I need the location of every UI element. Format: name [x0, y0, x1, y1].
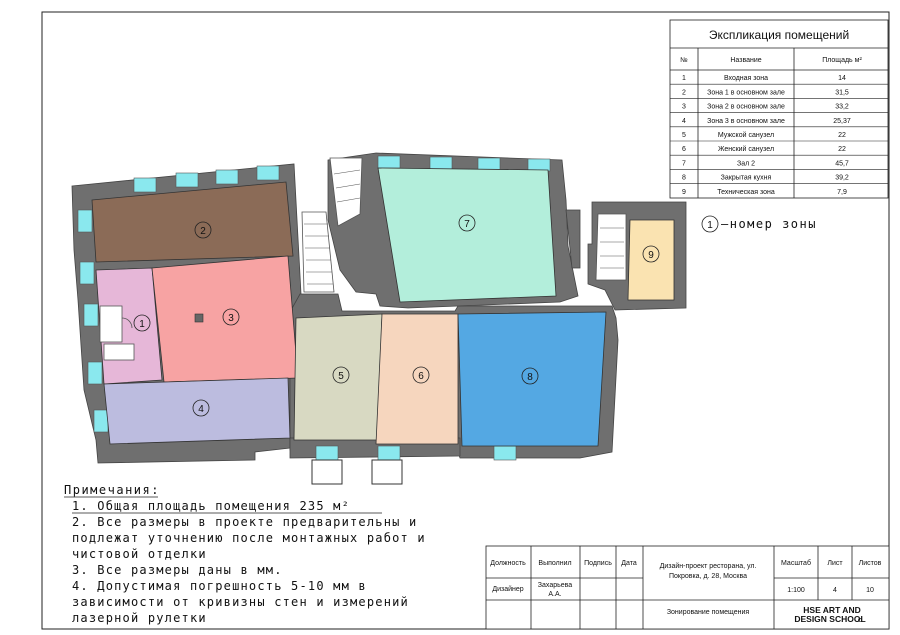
stamp-scale-label: Масштаб — [781, 559, 811, 567]
explication-cell-area: 31,5 — [835, 89, 849, 96]
explication-cell-num: 3 — [682, 104, 686, 111]
zone-6-area — [375, 313, 459, 445]
explication-cell-name: Зона 3 в основном зале — [707, 118, 785, 125]
explication-cell-area: 22 — [838, 146, 846, 153]
zone-label-9: 9 — [648, 250, 654, 261]
explication-table: Экспликация помещений № Название Площадь… — [669, 19, 889, 199]
note-line-3: подлежат уточнению после монтажных работ… — [72, 531, 426, 545]
note-line-1: 1. Общая площадь помещения 235 м² — [72, 499, 350, 513]
explication-header-num: № — [680, 57, 688, 64]
zone-3-area — [151, 255, 299, 383]
stamp-col-executed: Выполнил — [538, 560, 571, 567]
stamp-drawing-name: Зонирование помещения — [667, 609, 750, 616]
explication-cell-num: 9 — [682, 189, 686, 196]
note-line-6: 4. Допустимая погрешность 5-10 мм в — [72, 579, 367, 593]
zone-label-1: 1 — [139, 319, 145, 330]
zone-4-area — [103, 377, 291, 445]
explication-cell-name: Зона 2 в основном зале — [707, 104, 785, 111]
stamp-col-sign: Подпись — [584, 560, 612, 567]
column — [194, 313, 204, 323]
zone-label-5: 5 — [338, 371, 344, 382]
explication-header-area: Площадь м² — [822, 57, 862, 64]
explication-cell-num: 6 — [682, 146, 686, 153]
explication-cell-area: 45,7 — [835, 160, 849, 167]
zone-label-4: 4 — [198, 404, 204, 415]
explication-cell-num: 7 — [682, 160, 686, 167]
stamp-position: Дизайнер — [492, 585, 523, 593]
note-line-4: чистовой отделки — [72, 547, 207, 561]
zone-label-3: 3 — [228, 313, 234, 324]
note-line-8: лазерной рулетки — [72, 611, 207, 625]
notes-title: Примечания: — [64, 483, 160, 497]
explication-cell-area: 22 — [838, 132, 846, 139]
stamp-sheet-label: Лист — [827, 560, 843, 567]
stamp-col-date: Дата — [621, 560, 637, 567]
stamp-scale: 1:100 — [787, 587, 805, 594]
explication-cell-area: 33,2 — [835, 104, 849, 111]
stamp-executor-line1: Захарьева — [538, 582, 573, 589]
explication-title: Экспликация помещений — [709, 28, 849, 42]
explication-cell-num: 5 — [682, 132, 686, 139]
zone-label-8: 8 — [527, 372, 533, 383]
floor-plan: 1 2 3 4 5 6 7 8 9 — [71, 152, 687, 485]
zone-7-area — [377, 167, 557, 303]
explication-cell-name: Входная зона — [724, 75, 768, 82]
explication-cell-name: Закрытая кухня — [721, 175, 772, 182]
stamp-sheet: 4 — [833, 587, 837, 594]
explication-cell-name: Зона 1 в основном зале — [707, 89, 785, 96]
stamp-sheets: 10 — [866, 587, 874, 594]
logo-line2: DESIGN SCHOOL — [794, 614, 865, 624]
zone-label-7: 7 — [464, 219, 470, 230]
stamp-executor-line2: А.А. — [548, 591, 561, 598]
explication-cell-name: Техническая зона — [717, 189, 775, 196]
zone-label-6: 6 — [418, 371, 424, 382]
hse-logo: HSE ART AND DESIGN SCHOOL — [794, 605, 865, 624]
note-line-7: зависимости от кривизны стен и измерений — [72, 595, 409, 609]
stamp-col-position: Должность — [490, 560, 526, 567]
legend: 1 –номер зоны — [701, 215, 817, 233]
stair-right — [595, 213, 627, 281]
explication-cell-name: Женский санузел — [718, 145, 774, 153]
explication-cell-area: 7,9 — [837, 189, 847, 196]
window-bays — [311, 459, 403, 485]
legend-marker-number: 1 — [707, 220, 713, 231]
stamp-project-line1: Дизайн-проект ресторана, ул. — [660, 562, 757, 570]
explication-cell-area: 25,37 — [833, 118, 851, 125]
explication-header-name: Название — [730, 57, 761, 64]
explication-cell-area: 14 — [838, 75, 846, 82]
zone-label-2: 2 — [200, 226, 206, 237]
legend-text: –номер зоны — [721, 217, 817, 231]
stamp-sheets-label: Листов — [859, 560, 882, 567]
explication-cell-num: 1 — [682, 75, 686, 82]
stamp-project-line2: Покровка, д. 28, Москва — [669, 573, 747, 580]
explication-cell-name: Мужской санузел — [718, 131, 774, 139]
explication-cell-name: Зал 2 — [737, 160, 755, 167]
floor-plan-sheet: 1 2 3 4 5 6 7 8 9 1 –номер зоны Эксплика… — [41, 11, 890, 630]
notes: Примечания: 1. Общая площадь помещения 2… — [64, 483, 426, 625]
note-line-2: 2. Все размеры в проекте предварительны … — [72, 515, 417, 529]
explication-cell-area: 39,2 — [835, 175, 849, 182]
explication-cell-num: 4 — [682, 118, 686, 125]
title-block: Должность Выполнил Подпись Дата Дизайнер… — [485, 545, 890, 630]
explication-cell-num: 2 — [682, 89, 686, 96]
note-line-5: 3. Все размеры даны в мм. — [72, 563, 283, 577]
explication-cell-num: 8 — [682, 175, 686, 182]
